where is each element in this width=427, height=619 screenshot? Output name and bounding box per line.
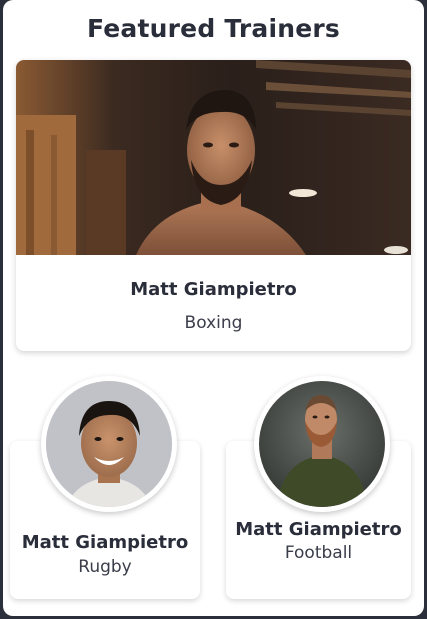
trainer-sport: Boxing [184, 313, 243, 333]
avatar-image [46, 381, 172, 507]
trainer-card-featured[interactable]: Matt Giampietro Boxing [16, 60, 411, 351]
trainer-avatar-football[interactable] [254, 376, 390, 512]
trainer-name: Matt Giampietro [235, 519, 402, 540]
section-title: Featured Trainers [87, 14, 340, 43]
trainer-name: Matt Giampietro [130, 279, 297, 300]
trainer-sport: Football [284, 543, 353, 563]
trainer-sport: Rugby [78, 557, 132, 577]
trainer-name: Matt Giampietro [21, 532, 189, 553]
trainer-photo [16, 60, 411, 255]
avatar-image [259, 381, 385, 507]
featured-trainers-panel: Featured Trainers Matt Giampietro Boxing… [3, 0, 424, 616]
trainer-avatar-rugby[interactable] [41, 376, 177, 512]
